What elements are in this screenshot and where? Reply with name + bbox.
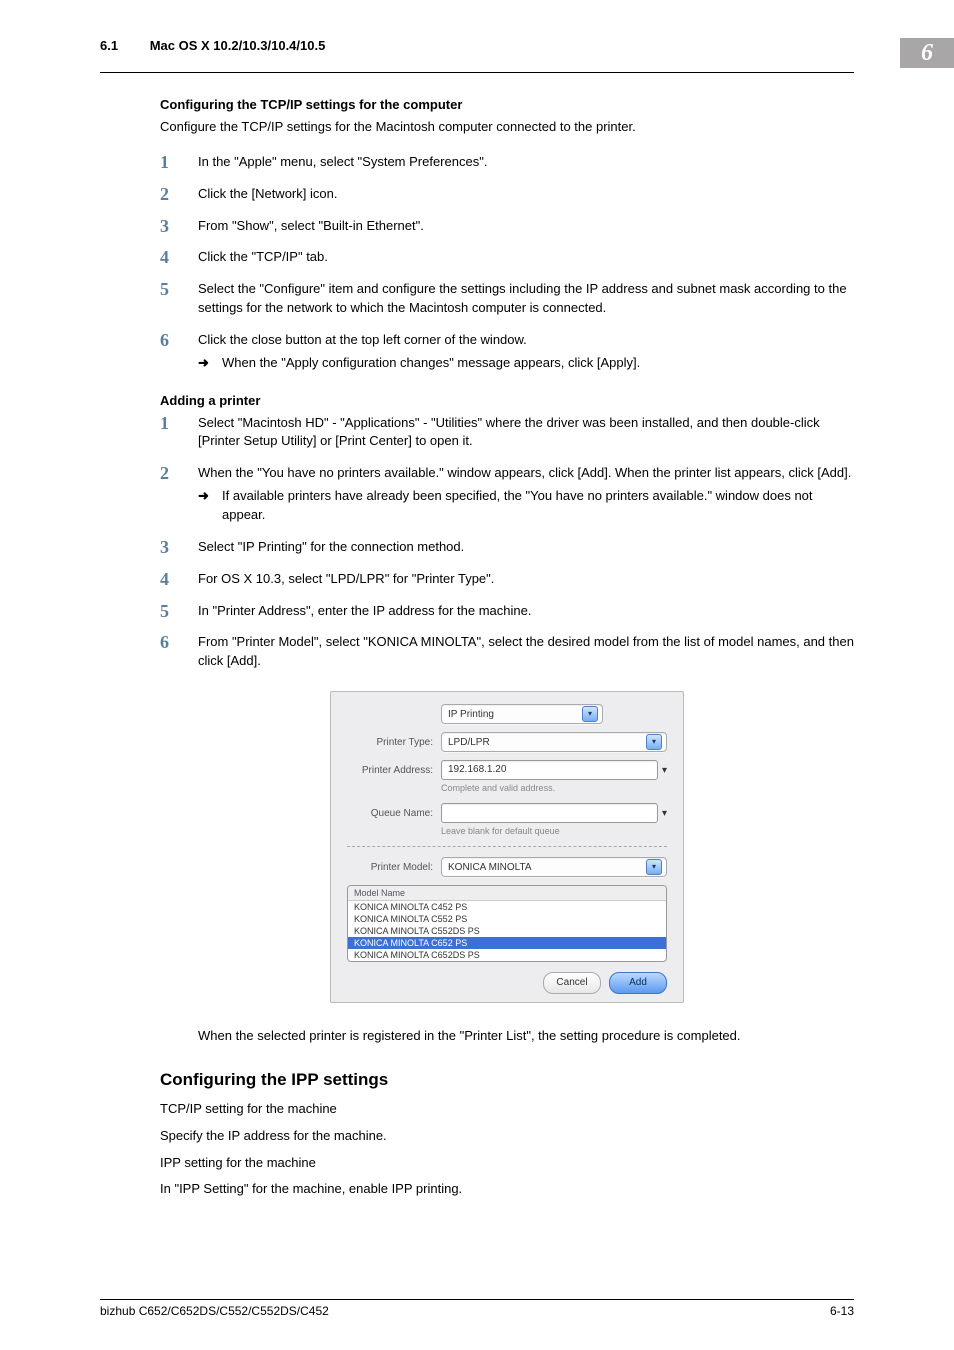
list-header: Model Name bbox=[348, 886, 666, 901]
step-text: Select "Macintosh HD" - "Applications" -… bbox=[198, 415, 820, 449]
step-item: In "Printer Address", enter the IP addre… bbox=[160, 602, 854, 621]
step-item: Click the close button at the top left c… bbox=[160, 331, 854, 373]
step-substep: ➜ If available printers have already bee… bbox=[198, 487, 854, 525]
step-item: Click the "TCP/IP" tab. bbox=[160, 248, 854, 267]
step-text: From "Printer Model", select "KONICA MIN… bbox=[198, 634, 854, 668]
tcpip-steps: In the "Apple" menu, select "System Pref… bbox=[160, 153, 854, 373]
dropdown-icon[interactable]: ▾ bbox=[662, 765, 667, 776]
step-item: Click the [Network] icon. bbox=[160, 185, 854, 204]
adding-printer-subhead: Adding a printer bbox=[160, 393, 854, 408]
step-text: For OS X 10.3, select "LPD/LPR" for "Pri… bbox=[198, 571, 494, 586]
adding-printer-steps: Select "Macintosh HD" - "Applications" -… bbox=[160, 414, 854, 671]
ip-printing-dialog: IP Printing ▾ Printer Type: LPD/LPR ▾ Pr… bbox=[330, 691, 684, 1003]
tcpip-subhead: Configuring the TCP/IP settings for the … bbox=[160, 97, 854, 112]
page-header: 6.1 Mac OS X 10.2/10.3/10.4/10.5 6 bbox=[0, 0, 954, 68]
ipp-heading: Configuring the IPP settings bbox=[160, 1070, 854, 1090]
step-text: In the "Apple" menu, select "System Pref… bbox=[198, 154, 487, 169]
connection-method-value: IP Printing bbox=[448, 709, 494, 720]
dropdown-icon: ▾ bbox=[582, 706, 598, 722]
step-substep: ➜ When the "Apply configuration changes"… bbox=[198, 354, 854, 373]
add-button[interactable]: Add bbox=[609, 972, 667, 994]
list-item[interactable]: KONICA MINOLTA C652DS PS bbox=[348, 949, 666, 961]
list-item[interactable]: KONICA MINOLTA C552 PS bbox=[348, 913, 666, 925]
step-item: From "Show", select "Built-in Ethernet". bbox=[160, 217, 854, 236]
queue-name-label: Queue Name: bbox=[347, 808, 441, 819]
step-item: Select "IP Printing" for the connection … bbox=[160, 538, 854, 557]
step-text: Select the "Configure" item and configur… bbox=[198, 281, 847, 315]
dropdown-icon[interactable]: ▾ bbox=[662, 808, 667, 819]
printer-model-value: KONICA MINOLTA bbox=[448, 862, 532, 873]
dialog-separator bbox=[347, 846, 667, 847]
ipp-line: TCP/IP setting for the machine bbox=[160, 1100, 854, 1119]
step-text: Click the [Network] icon. bbox=[198, 186, 337, 201]
step-item: Select "Macintosh HD" - "Applications" -… bbox=[160, 414, 854, 452]
printer-type-value: LPD/LPR bbox=[448, 737, 490, 748]
connection-method-select[interactable]: IP Printing ▾ bbox=[441, 704, 603, 724]
step-item: For OS X 10.3, select "LPD/LPR" for "Pri… bbox=[160, 570, 854, 589]
step-text: Click the "TCP/IP" tab. bbox=[198, 249, 328, 264]
model-name-listbox[interactable]: Model Name KONICA MINOLTA C452 PS KONICA… bbox=[347, 885, 667, 962]
printer-type-select[interactable]: LPD/LPR ▾ bbox=[441, 732, 667, 752]
step-text: Select "IP Printing" for the connection … bbox=[198, 539, 464, 554]
queue-name-input[interactable] bbox=[441, 803, 658, 823]
step-text: Click the close button at the top left c… bbox=[198, 332, 527, 347]
screenshot-figure: IP Printing ▾ Printer Type: LPD/LPR ▾ Pr… bbox=[160, 691, 854, 1003]
arrow-icon: ➜ bbox=[198, 487, 222, 525]
list-item[interactable]: KONICA MINOLTA C652 PS bbox=[348, 937, 666, 949]
printer-model-label: Printer Model: bbox=[347, 862, 441, 873]
printer-type-label: Printer Type: bbox=[347, 737, 441, 748]
arrow-icon: ➜ bbox=[198, 354, 222, 373]
dropdown-icon: ▾ bbox=[646, 734, 662, 750]
queue-name-help: Leave blank for default queue bbox=[441, 826, 667, 836]
step-text: In "Printer Address", enter the IP addre… bbox=[198, 603, 531, 618]
printer-address-help: Complete and valid address. bbox=[441, 783, 667, 793]
ipp-line: In "IPP Setting" for the machine, enable… bbox=[160, 1180, 854, 1199]
substep-text: When the "Apply configuration changes" m… bbox=[222, 354, 854, 373]
list-item[interactable]: KONICA MINOLTA C452 PS bbox=[348, 901, 666, 913]
step-item: Select the "Configure" item and configur… bbox=[160, 280, 854, 318]
step-item: When the "You have no printers available… bbox=[160, 464, 854, 525]
page-footer: bizhub C652/C652DS/C552/C552DS/C452 6-13 bbox=[100, 1299, 854, 1318]
step-item: From "Printer Model", select "KONICA MIN… bbox=[160, 633, 854, 671]
footer-right: 6-13 bbox=[830, 1304, 854, 1318]
step-item: In the "Apple" menu, select "System Pref… bbox=[160, 153, 854, 172]
cancel-button[interactable]: Cancel bbox=[543, 972, 601, 994]
ipp-line: Specify the IP address for the machine. bbox=[160, 1127, 854, 1146]
step-text: When the "You have no printers available… bbox=[198, 465, 851, 480]
running-head: 6.1 Mac OS X 10.2/10.3/10.4/10.5 bbox=[100, 38, 325, 53]
post-figure-note: When the selected printer is registered … bbox=[198, 1027, 854, 1046]
printer-address-label: Printer Address: bbox=[347, 765, 441, 776]
chapter-badge: 6 bbox=[900, 38, 954, 68]
ipp-line: IPP setting for the machine bbox=[160, 1154, 854, 1173]
step-text: From "Show", select "Built-in Ethernet". bbox=[198, 218, 424, 233]
footer-left: bizhub C652/C652DS/C552/C552DS/C452 bbox=[100, 1304, 329, 1318]
printer-address-input[interactable]: 192.168.1.20 bbox=[441, 760, 658, 780]
section-number: 6.1 bbox=[100, 38, 118, 53]
printer-model-select[interactable]: KONICA MINOLTA ▾ bbox=[441, 857, 667, 877]
substep-text: If available printers have already been … bbox=[222, 487, 854, 525]
tcpip-intro: Configure the TCP/IP settings for the Ma… bbox=[160, 118, 854, 137]
section-title: Mac OS X 10.2/10.3/10.4/10.5 bbox=[150, 38, 326, 53]
dropdown-icon: ▾ bbox=[646, 859, 662, 875]
list-item[interactable]: KONICA MINOLTA C552DS PS bbox=[348, 925, 666, 937]
